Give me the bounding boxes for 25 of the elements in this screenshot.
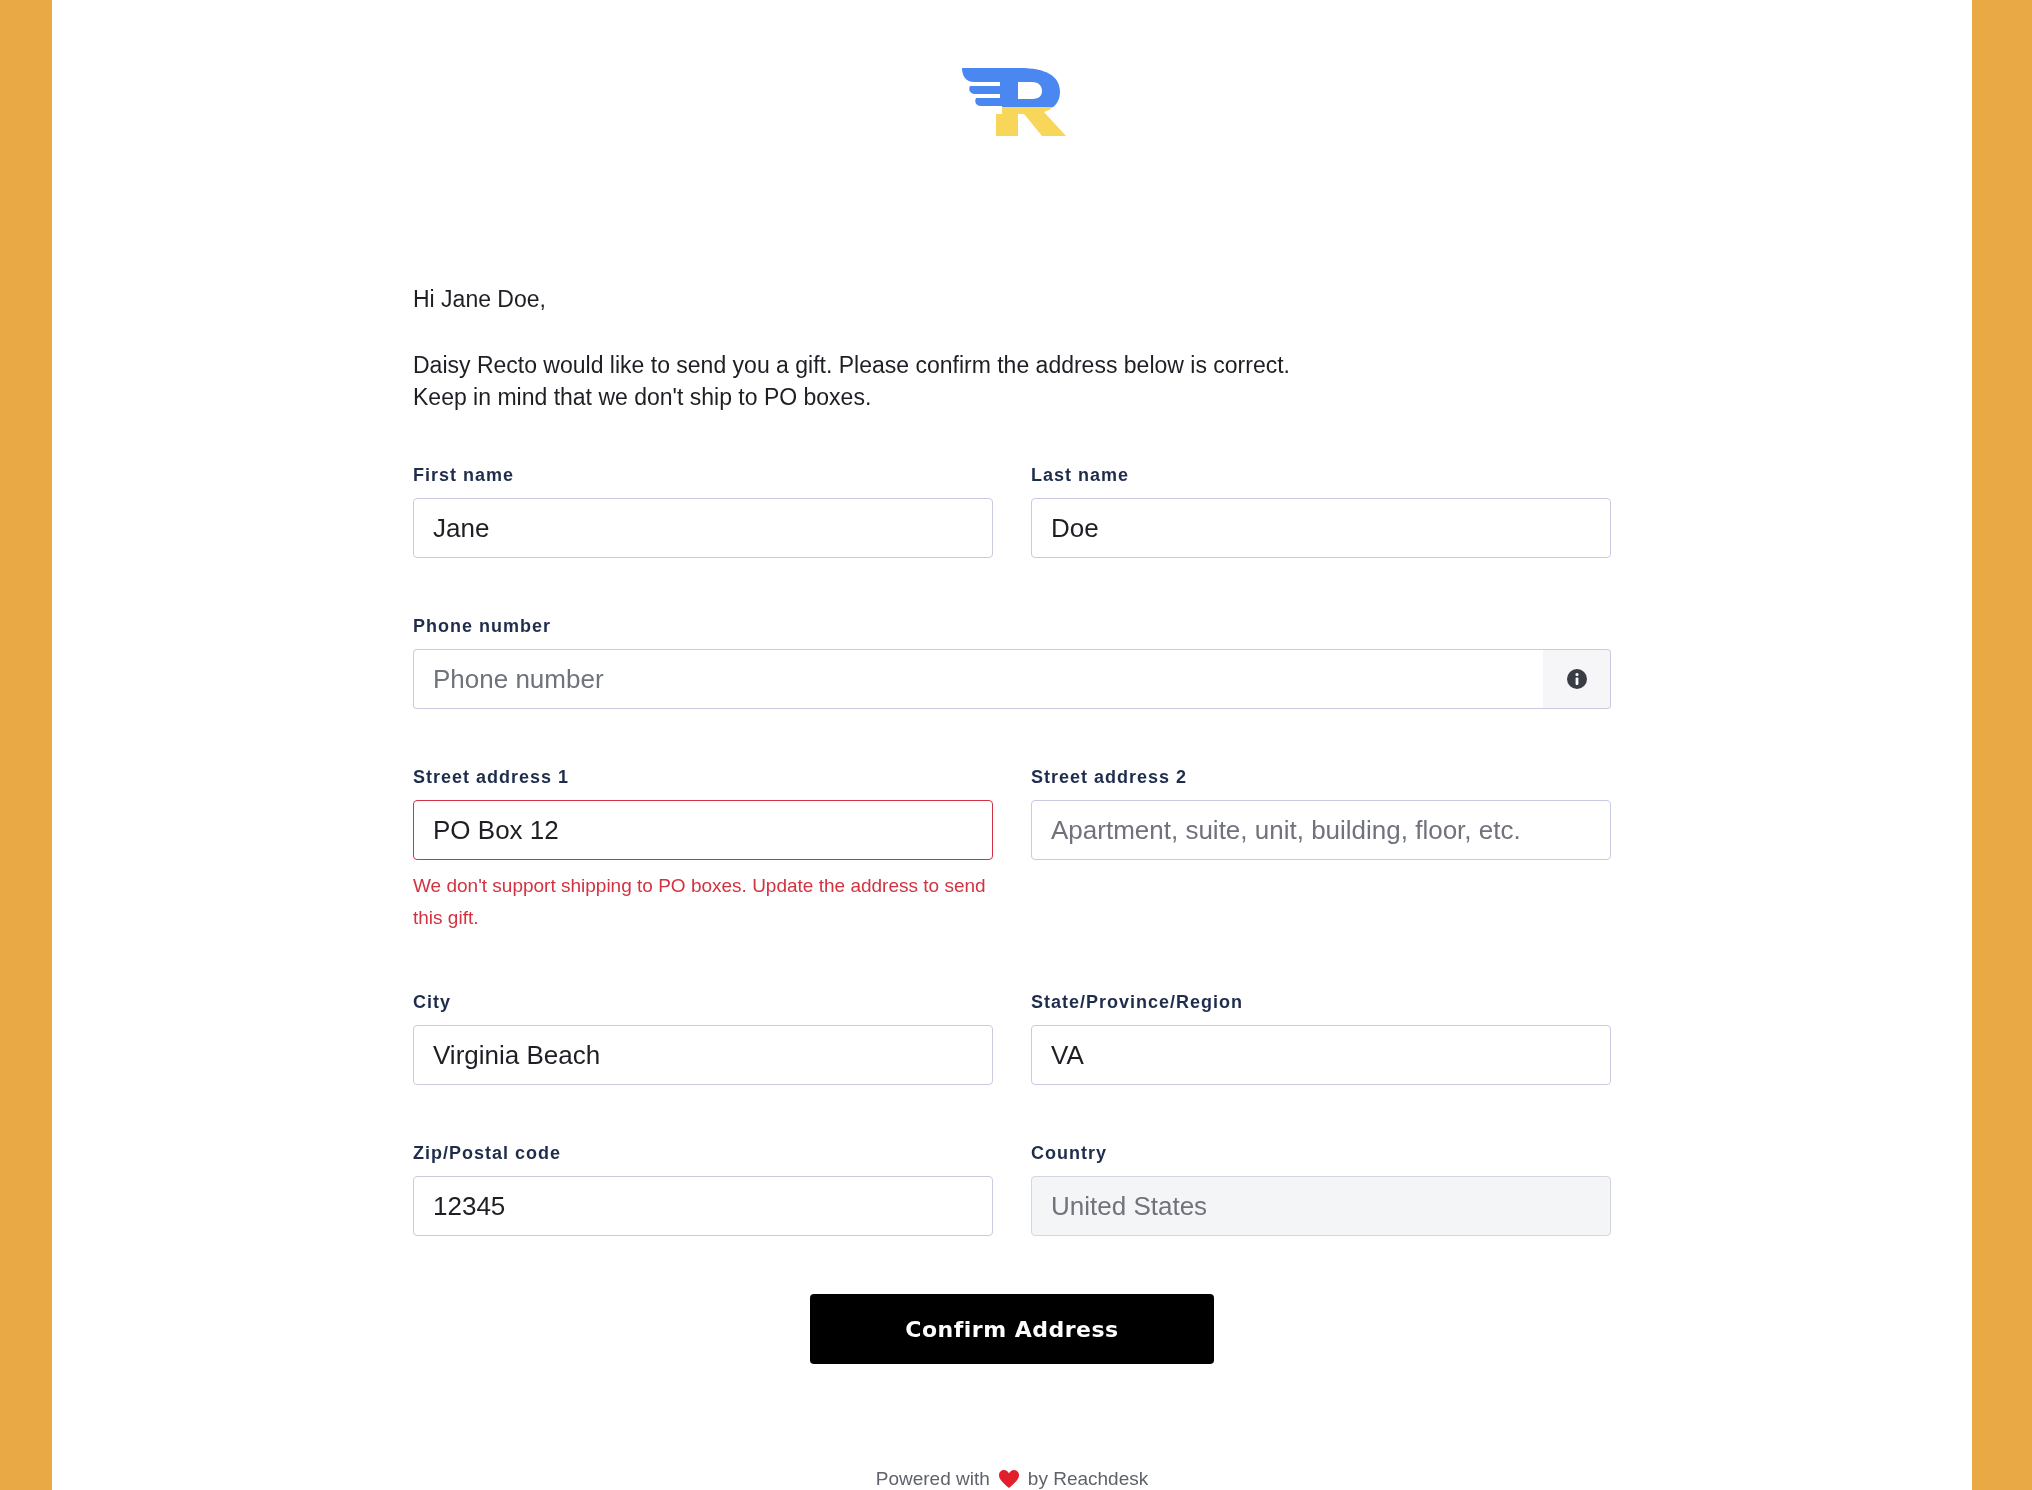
- logo-icon: [962, 66, 1066, 138]
- field-label: Country: [1031, 1143, 1108, 1164]
- field-label: Phone number: [413, 616, 552, 637]
- heart-icon: [997, 1469, 1020, 1489]
- error-message: We don't support shipping to PO boxes. Update the address to send this gift.: [413, 874, 987, 930]
- input-field[interactable]: Apartment, suite, unit, building, floor, etc.: [1031, 800, 1611, 860]
- input-field[interactable]: Jane: [413, 498, 993, 558]
- input-field[interactable]: 12345: [413, 1176, 993, 1236]
- input-field[interactable]: VA: [1031, 1025, 1611, 1085]
- message-text: Daisy Recto would like to send you a gift. Please confirm the address below is correct.: [413, 351, 1291, 380]
- field-label: Street address 2: [1031, 767, 1189, 788]
- message-text: Keep in mind that we don't ship to PO boxes.: [413, 383, 873, 412]
- field-label: First name: [413, 465, 516, 486]
- field-label: City: [413, 992, 452, 1013]
- footer-text: by Reachdesk: [1027, 1468, 1149, 1490]
- field-label: Street address 1: [413, 767, 571, 788]
- footer-text: Powered with: [875, 1468, 990, 1490]
- input-field[interactable]: Doe: [1031, 498, 1611, 558]
- input-field[interactable]: PO Box 12: [413, 800, 993, 860]
- input-field[interactable]: Virginia Beach: [413, 1025, 993, 1085]
- field-label: Last name: [1031, 465, 1131, 486]
- greeting-text: Hi Jane Doe,: [413, 286, 547, 313]
- field-label: Zip/Postal code: [413, 1143, 563, 1164]
- field-label: State/Province/Region: [1031, 992, 1245, 1013]
- confirm-address-button[interactable]: Confirm Address: [810, 1294, 1214, 1364]
